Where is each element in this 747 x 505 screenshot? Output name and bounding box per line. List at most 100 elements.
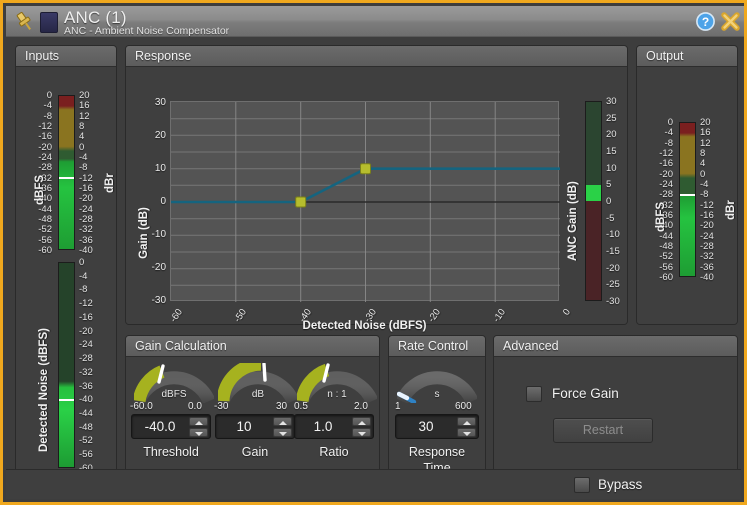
threshold-min: -60.0 [130,401,153,412]
scale-tick: -5 [606,212,615,224]
gain-stepper[interactable] [273,417,292,438]
rate-control-body: s 1 600 30 Response Time [389,357,485,475]
output-level-meter-bar [679,122,696,277]
response-time-label-line1: Response [408,445,466,459]
anc-gain-meter-label: ANC Gain (dB) [567,181,579,261]
pushpin-icon[interactable] [14,11,36,33]
scale-tick: -4 [43,100,52,112]
input-meter-unit-right: dBr [104,173,116,193]
response-panel: Response 30 20 10 0 -10 -20 -30 Gain (dB… [125,45,628,332]
output-meter-unit-left: dBFS [655,201,667,232]
y-tick: -30 [151,295,166,306]
scale-tick: -24 [659,179,673,190]
gain-handle[interactable] [360,163,371,175]
response-time-stepper[interactable] [457,417,476,438]
response-plot[interactable] [170,101,560,302]
plugin-color-chip[interactable] [40,12,58,33]
scale-tick: -4 [664,127,673,139]
scale-tick: -30 [606,296,620,307]
response-plot-svg [171,102,560,302]
bypass-checkbox[interactable] [574,477,590,493]
gain-calculation-body: dBFS -60.0 0.0 -40.0 Threshold dB -30 30… [126,357,379,474]
scale-tick: -60 [659,272,673,283]
input-level-meter-fill [59,96,74,249]
plugin-window: ANC (1) ANC - Ambient Noise Compensator … [0,0,747,505]
scale-tick: 25 [606,112,617,124]
scale-tick: -4 [700,179,709,190]
scale-tick: 8 [700,148,706,159]
scale-tick: -36 [700,261,714,273]
restart-button[interactable]: Restart [553,418,653,443]
output-meter-unit-right: dBr [725,200,737,220]
response-time-unit: s [434,389,440,400]
response-time-stepper-up[interactable] [457,417,476,426]
scale-tick: -20 [659,168,673,180]
scale-tick: -56 [79,449,93,461]
advanced-title: Advanced [494,336,737,357]
output-panel-title: Output [637,46,737,67]
response-time-stepper-down[interactable] [457,428,476,437]
threshold-handle[interactable] [295,196,307,208]
detected-noise-meter-fill [59,263,74,467]
page-subtitle: ANC - Ambient Noise Compensator [64,25,230,37]
scale-tick: -4 [79,152,88,163]
close-icon[interactable] [720,11,741,32]
gain-stepper-down[interactable] [273,428,292,437]
threshold-stepper-up[interactable] [189,417,208,426]
scale-tick: -20 [700,220,714,232]
output-level-meter[interactable]: 0 -4 -8 -12 -16 -20 -24 -28 -32 -36 -40 … [637,118,737,282]
gain-value: 10 [236,419,252,434]
inputs-panel-body: 0 -4 -8 -12 -16 -20 -24 -28 -32 -36 -40 … [16,67,116,474]
threshold-input[interactable]: -40.0 [131,414,211,439]
scale-tick: -44 [38,203,52,215]
scale-tick: -16 [659,158,673,170]
threshold-max: 0.0 [188,401,202,412]
advanced-body: Force Gain Restart [494,357,737,474]
gain-input[interactable]: 10 [215,414,295,439]
help-icon[interactable]: ? [696,12,715,31]
ratio-input[interactable]: 1.0 [294,414,374,439]
force-gain-checkbox[interactable] [526,386,542,402]
input-level-meter[interactable]: 0 -4 -8 -12 -16 -20 -24 -28 -32 -36 -40 … [16,91,116,255]
scale-tick: -56 [38,234,52,246]
response-panel-body: 30 20 10 0 -10 -20 -30 Gain (dB) -60 -50… [126,67,627,332]
chart-x-axis-label: Detected Noise (dBFS) [302,320,427,332]
scale-tick: 16 [700,127,711,139]
scale-tick: -32 [79,366,93,378]
inputs-panel: Inputs 0 -4 -8 -12 -16 -20 -24 -28 -32 -… [15,45,117,475]
rate-control-panel: Rate Control s 1 600 30 Response Time [388,335,486,475]
gain-label: Gain [241,445,269,459]
scale-tick: -16 [79,311,93,323]
scale-tick: -52 [38,224,52,236]
ratio-stepper-down[interactable] [352,428,371,437]
threshold-stepper[interactable] [189,417,208,438]
chart-y-axis-label: Gain (dB) [138,207,150,259]
advanced-panel: Advanced Force Gain Restart [493,335,738,475]
ratio-stepper[interactable] [352,417,371,438]
scale-tick: -28 [79,214,93,225]
scale-tick: -52 [79,435,93,447]
scale-tick: -24 [79,203,93,215]
response-time-max: 600 [455,401,472,412]
scale-tick: 30 [606,96,617,107]
ratio-max: 2.0 [354,401,368,412]
detected-noise-meter-bar [58,262,75,468]
detected-noise-meter[interactable]: 0 -4 -8 -12 -16 -20 -24 -28 -32 -36 -40 … [16,258,116,473]
scale-tick: -44 [659,230,673,242]
scale-tick: -32 [700,251,714,263]
scale-tick: 20 [606,129,617,141]
force-gain-label: Force Gain [552,386,619,401]
scale-tick: -24 [38,152,52,163]
gain-stepper-up[interactable] [273,417,292,426]
threshold-stepper-down[interactable] [189,428,208,437]
input-meter-unit-left: dBFS [34,174,46,205]
scale-tick: -25 [606,279,620,291]
scale-tick: 4 [79,131,85,143]
ratio-stepper-up[interactable] [352,417,371,426]
scale-tick: -8 [79,162,88,174]
scale-tick: -12 [38,121,52,132]
response-time-input[interactable]: 30 [395,414,479,439]
threshold-value: -40.0 [144,419,176,434]
scale-tick: 0 [46,90,52,101]
footer-bar: Bypass [6,469,741,499]
